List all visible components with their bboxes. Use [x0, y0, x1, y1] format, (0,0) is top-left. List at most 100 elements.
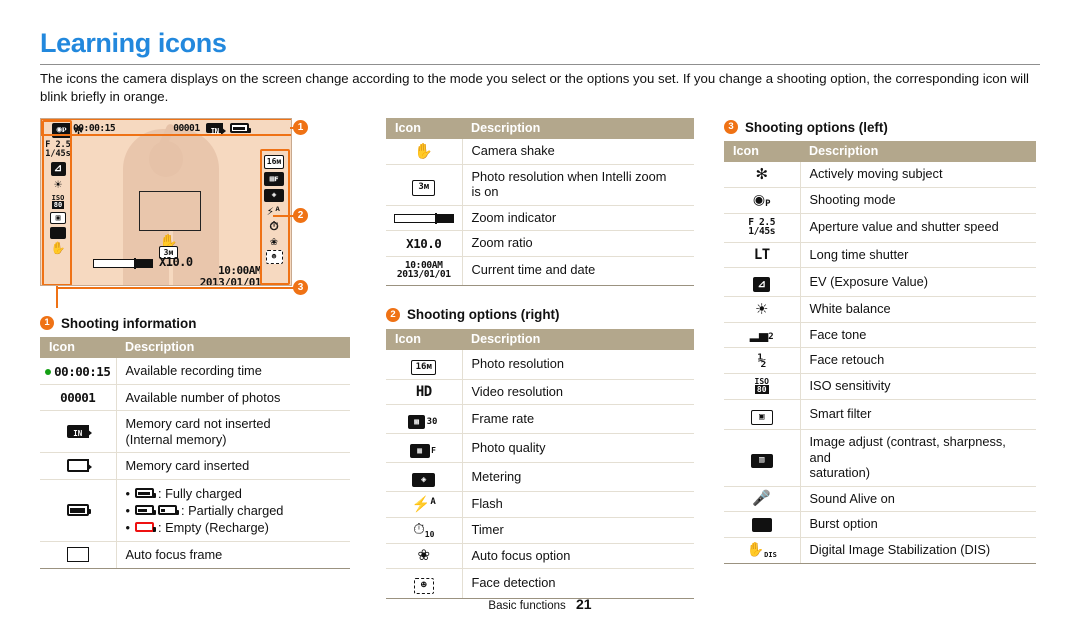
row-description: Current time and date	[462, 256, 694, 286]
table-header-row: Icon Description	[386, 328, 694, 350]
internal-memory-icon: IN	[205, 123, 226, 136]
burst-option-icon	[50, 227, 66, 239]
metering-icon: ◈	[386, 462, 463, 493]
shooting-mode-icon: ◉ᴘ	[51, 123, 72, 138]
shooting-mode-icon: ◉P	[724, 187, 801, 214]
battery-full-icon	[229, 123, 251, 133]
section-badge-2: 2	[386, 307, 400, 322]
table-row: 🎤 Sound Alive on	[724, 486, 1036, 513]
table-header-row: Icon Description	[386, 118, 694, 139]
row-description: Digital Image Stabilization (DIS)	[800, 537, 1036, 564]
table-row: 10:00AM 2013/01/01 Current time and date	[386, 256, 694, 286]
middle-column: Icon Description ✋ Camera shake 3м Photo…	[386, 118, 694, 600]
lcd-zoom-ratio: X10.0	[159, 255, 193, 269]
auto-focus-frame-icon	[139, 191, 201, 231]
face-detection-icon: ☻	[265, 250, 283, 264]
battery-partial-item: : Partially charged	[126, 502, 345, 519]
table-row: LT Long time shutter	[724, 242, 1036, 269]
row-description: Photo quality	[462, 433, 694, 464]
table-row: ✻ Actively moving subject	[724, 162, 1036, 188]
row-description: Flash	[462, 491, 694, 518]
camera-lcd-figure: 00:00:15 00001 IN ◉ᴘ ✻ F 2.5 1/45s ⊿ ☀ IS…	[40, 118, 308, 308]
auto-focus-icon: ❀	[270, 234, 278, 248]
table-row: HD Video resolution	[386, 379, 694, 406]
intro-paragraph: The icons the camera displays on the scr…	[40, 71, 1029, 104]
section-heading-shooting-options-left: 3 Shooting options (left)	[724, 118, 1036, 136]
long-time-shutter-icon: LT	[724, 242, 801, 269]
table-row: 00:00:15 Available recording time	[40, 358, 350, 385]
table-row: ▂▅2 Face tone	[724, 322, 1036, 349]
lcd-left-icon-column: ◉ᴘ ✻ F 2.5 1/45s ⊿ ☀ ISO 80 ▣ ✋	[45, 123, 82, 255]
table-row: 16м Photo resolution	[386, 349, 694, 380]
table-center-icons: Icon Description ✋ Camera shake 3м Photo…	[386, 118, 694, 286]
table-shooting-information: Icon Description 00:00:15 Available reco…	[40, 337, 350, 569]
column-header-icon: Icon	[386, 118, 462, 139]
row-description: Auto focus option	[462, 543, 694, 570]
section-title-1: Shooting information	[61, 315, 197, 331]
column-header-description: Description	[116, 337, 350, 358]
smart-filter-icon: ▣	[50, 212, 66, 224]
battery-icon	[40, 479, 117, 542]
flash-icon: ⚡A	[386, 491, 463, 518]
table-header-row: Icon Description	[40, 337, 350, 358]
aperture-shutter-icon: F 2.5 1/45s	[724, 213, 801, 243]
white-balance-icon: ☀	[724, 296, 801, 323]
row-description-battery: : Fully charged : Partially charged : Em…	[116, 479, 350, 542]
row-description: Available recording time	[116, 358, 350, 385]
page-title: Learning icons	[40, 28, 227, 58]
table-row: IN Memory card not inserted (Internal me…	[40, 410, 350, 453]
table-row: ⚡A Flash	[386, 491, 694, 518]
actively-moving-subject-icon: ✻	[724, 162, 801, 188]
table-row: ⏱10 Timer	[386, 517, 694, 544]
row-description: Timer	[462, 517, 694, 544]
row-description: Memory card not inserted (Internal memor…	[116, 410, 350, 453]
table-row: ▥ Image adjust (contrast, sharpness, and…	[724, 429, 1036, 487]
table-row: Auto focus frame	[40, 541, 350, 569]
section-title-2: Shooting options (right)	[407, 307, 560, 323]
time-date-icon: 10:00AM 2013/01/01	[386, 256, 463, 286]
metering-icon: ◈	[264, 189, 284, 202]
row-description: Metering	[462, 462, 694, 493]
auto-focus-frame-icon	[40, 541, 117, 569]
footer-section: Basic functions	[488, 600, 566, 612]
lcd-right-icon-column: 16м ▦ꜰ ◈ ⚡ᴬ ⏱ ❀ ☻	[262, 155, 286, 264]
row-description: Photo resolution when Intelli zoom is on	[462, 164, 694, 206]
section-badge-3: 3	[724, 120, 738, 134]
row-description: EV (Exposure Value)	[800, 267, 1036, 298]
table-row: X10.0 Zoom ratio	[386, 230, 694, 257]
table-row: ☻ Face detection	[386, 568, 694, 600]
row-description: ISO sensitivity	[800, 373, 1036, 401]
smart-filter-icon: ▣	[724, 399, 801, 431]
column-header-description: Description	[800, 141, 1036, 162]
row-description: Zoom indicator	[462, 205, 694, 231]
table-row: ❀ Auto focus option	[386, 543, 694, 570]
video-resolution-icon: HD	[386, 379, 463, 406]
white-balance-icon: ☀	[54, 178, 62, 193]
actively-moving-subject-icon: ✻	[74, 123, 83, 138]
column-header-icon: Icon	[386, 328, 462, 350]
left-column: 00:00:15 00001 IN ◉ᴘ ✻ F 2.5 1/45s ⊿ ☀ IS…	[40, 118, 350, 569]
face-retouch-icon: ½	[724, 347, 801, 374]
row-description: Aperture value and shutter speed	[800, 213, 1036, 243]
callout-badge-2: 2	[293, 208, 308, 223]
row-description: Face tone	[800, 322, 1036, 349]
dis-icon: ✋	[50, 241, 66, 255]
zoom-indicator-icon	[386, 205, 463, 231]
row-description: Zoom ratio	[462, 230, 694, 257]
ev-icon: ⊿	[50, 162, 66, 176]
footer-page-number: 21	[575, 596, 592, 612]
title-divider	[40, 64, 1040, 65]
row-description: Burst option	[800, 511, 1036, 538]
table-row: : Fully charged : Partially charged : Em…	[40, 479, 350, 542]
face-detection-icon: ☻	[386, 568, 463, 600]
table-row: ☀ White balance	[724, 296, 1036, 323]
recording-time-icon: 00:00:15	[40, 358, 117, 385]
battery-full-icon	[134, 488, 156, 498]
battery-two-thirds-icon	[134, 505, 156, 515]
row-description: Camera shake	[462, 139, 694, 165]
right-column: 3 Shooting options (left) Icon Descripti…	[724, 118, 1036, 564]
table-row: Burst option	[724, 511, 1036, 538]
battery-one-third-icon	[157, 505, 179, 515]
lcd-photo-count: 00001	[173, 122, 200, 134]
table-shooting-options-right: Icon Description 16м Photo resolution HD…	[386, 328, 694, 600]
